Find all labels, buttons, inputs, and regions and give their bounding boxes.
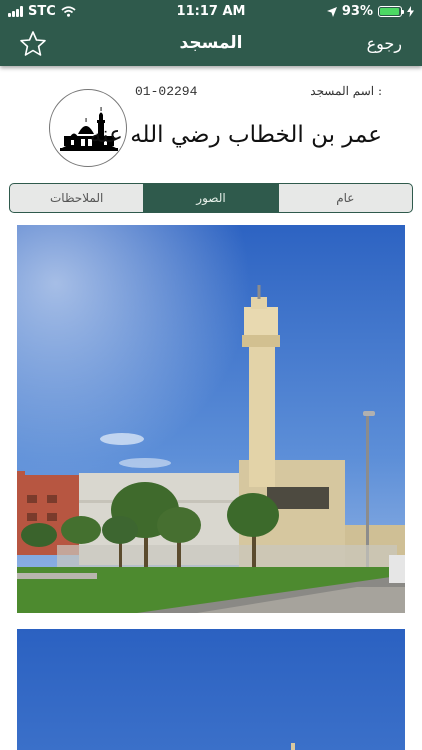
battery-fill [380, 8, 399, 15]
location-arrow-icon [326, 6, 337, 17]
mosque-name-label: اسم المسجد : [310, 84, 382, 98]
mosque-info: اسم المسجد : 01-02294 عمر بن الخطاب رضي … [0, 72, 422, 176]
back-button[interactable]: رجوع [367, 34, 402, 53]
mosque-photo[interactable] [17, 225, 405, 613]
mosque-name: عمر بن الخطاب رضي الله عنه [89, 122, 382, 148]
tab-notes[interactable]: الملاحظات [10, 184, 143, 212]
app-header: STC 11:17 AM 93% المسجد رجوع [0, 0, 422, 66]
mosque-photo-2[interactable] [17, 629, 405, 750]
charging-bolt-icon [407, 6, 414, 17]
battery-icon [378, 6, 404, 17]
segment-tabs: الملاحظات الصور عام [9, 183, 413, 213]
tab-general[interactable]: عام [277, 184, 412, 212]
nav-bar: المسجد رجوع [0, 28, 422, 60]
battery-percent: 93% [341, 4, 373, 19]
status-bar: STC 11:17 AM 93% [0, 0, 422, 22]
status-right: 93% [326, 4, 414, 19]
page-title: المسجد [179, 33, 243, 53]
tab-photos[interactable]: الصور [143, 184, 278, 212]
mosque-code: 01-02294 [135, 84, 198, 99]
